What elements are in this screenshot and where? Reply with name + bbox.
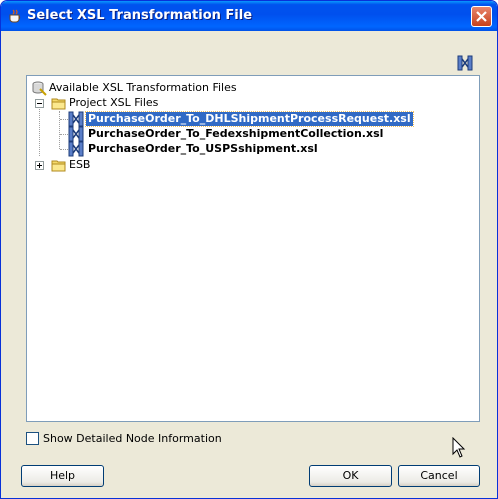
cancel-button[interactable]: Cancel [398,465,480,487]
xsl-map-icon [68,126,84,142]
close-button[interactable] [471,6,492,27]
tree-connector [60,119,68,121]
folder-icon [51,160,66,172]
title-bar[interactable]: Select XSL Transformation File [1,1,497,31]
expand-collapse-toggle[interactable] [35,161,44,170]
xsl-file-tree[interactable]: Available XSL Transformation Files Proje… [26,75,480,422]
show-detail-checkbox[interactable] [26,432,39,445]
tree-file-label: PurchaseOrder_To_FedexshipmentCollection… [88,127,384,140]
xsl-map-icon [68,111,84,127]
mouse-cursor-icon [452,437,466,458]
expand-collapse-toggle[interactable] [35,99,44,108]
tree-folder-label: Project XSL Files [69,96,159,109]
tree-folder-label: ESB [69,158,91,171]
dialog-body: Available XSL Transformation Files Proje… [4,31,494,497]
tree-root-label: Available XSL Transformation Files [49,81,237,94]
database-icon [32,81,47,96]
java-cup-icon [9,9,21,23]
dialog-window: Select XSL Transformation File Available… [0,0,498,499]
xsl-map-icon [68,141,84,157]
folder-icon [51,98,66,110]
tree-file-label: PurchaseOrder_To_DHLShipmentProcessReque… [85,111,414,127]
dialog-title: Select XSL Transformation File [27,8,253,23]
show-detail-label[interactable]: Show Detailed Node Information [43,432,222,445]
tree-file-label: PurchaseOrder_To_USPSshipment.xsl [88,142,318,155]
tree-connector [59,111,61,149]
ok-button[interactable]: OK [309,465,392,487]
tree-connector [60,134,68,136]
xsl-map-icon[interactable] [457,55,473,71]
close-icon [476,11,487,22]
tree-connector [60,149,68,151]
help-button[interactable]: Help [21,465,104,487]
tree-connector [39,103,41,156]
